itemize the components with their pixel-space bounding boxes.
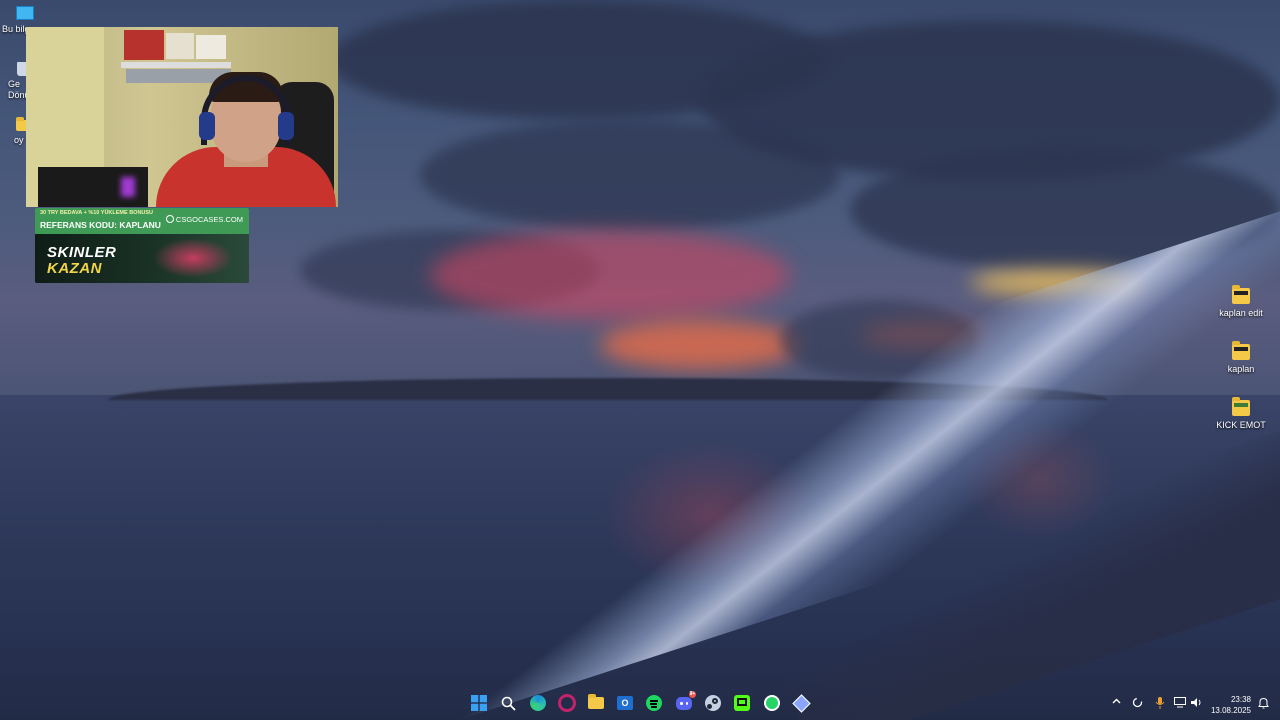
tray-sync[interactable] — [1132, 697, 1143, 711]
search-button[interactable] — [499, 694, 517, 712]
edge-app[interactable] — [529, 694, 547, 712]
discord-app[interactable]: 9+ — [675, 691, 696, 712]
sponsor-brand: CSGOCASES.COM — [165, 215, 243, 224]
clock-time: 23:38 — [1230, 695, 1251, 704]
tray-microphone[interactable] — [1155, 697, 1165, 712]
steam-icon — [705, 695, 721, 711]
sponsor-headline-1: SKINLER — [47, 244, 117, 261]
folder-icon — [1232, 341, 1250, 360]
sponsor-referral-code: REFERANS KODU: KAPLANU — [40, 220, 161, 230]
spotify-app[interactable] — [645, 694, 663, 712]
tray-network[interactable] — [1174, 697, 1186, 711]
app-diamond[interactable] — [791, 693, 811, 713]
desktop-icon-label: kaplan edit — [1219, 308, 1263, 318]
folder-icon — [588, 694, 604, 709]
notification-center[interactable] — [1258, 697, 1269, 712]
taskbar — [0, 690, 1280, 720]
app-ring[interactable] — [558, 694, 576, 712]
kick-icon — [734, 695, 750, 711]
folder-icon — [1232, 285, 1250, 304]
sponsor-headline-2: KAZAN — [47, 260, 102, 277]
clock-date: 13.08.2025 — [1210, 706, 1251, 715]
sponsor-brand-label: CSGOCASES.COM — [175, 215, 243, 224]
chevron-up-icon — [1112, 698, 1121, 704]
explorer-app[interactable] — [587, 694, 605, 712]
start-button[interactable] — [470, 694, 488, 712]
brand-logo-icon — [165, 215, 174, 223]
network-icon — [1174, 697, 1186, 708]
edge-icon — [530, 695, 546, 711]
computer-icon — [16, 6, 34, 20]
search-icon — [501, 696, 516, 711]
taskbar-clock[interactable]: 23:38 13.08.2025 — [1211, 694, 1251, 716]
desktop-icon-kaplan-edit[interactable]: kaplan edit — [1206, 285, 1276, 318]
outlook-app[interactable]: O — [616, 694, 634, 712]
discord-notification-badge: 9+ — [689, 691, 696, 698]
desktop-icon-label: KICK EMOT — [1216, 420, 1266, 430]
volume-icon — [1191, 698, 1201, 707]
tray-volume[interactable] — [1191, 697, 1203, 711]
sponsor-banner: 30 TRY BEDAVA + %10 YÜKLEME BONUSU REFER… — [35, 208, 249, 283]
diamond-app-icon — [791, 693, 811, 713]
circle-app-icon — [558, 694, 576, 712]
desktop-icon-kaplan[interactable]: kaplan — [1206, 341, 1276, 374]
spotify-icon — [646, 695, 662, 711]
whatsapp-icon — [764, 695, 780, 711]
sync-icon — [1132, 697, 1143, 708]
tray-overflow-chevron[interactable] — [1112, 697, 1121, 709]
notification-bell-icon — [1258, 697, 1269, 709]
discord-icon — [676, 696, 692, 710]
sponsor-bonus-text: 30 TRY BEDAVA + %10 YÜKLEME BONUSU — [40, 210, 154, 216]
webcam-overlay — [26, 27, 338, 207]
folder-icon — [1232, 397, 1250, 416]
steam-app[interactable] — [704, 694, 722, 712]
sponsor-artwork — [153, 238, 233, 278]
outlook-icon: O — [617, 696, 633, 710]
desktop-icon-label: kaplan — [1227, 364, 1255, 374]
whatsapp-app[interactable] — [763, 694, 781, 712]
microphone-icon — [1155, 697, 1165, 709]
kick-app[interactable] — [733, 694, 751, 712]
desktop-icon-kick-emot[interactable]: KICK EMOT — [1206, 397, 1276, 430]
windows-icon — [471, 695, 487, 711]
